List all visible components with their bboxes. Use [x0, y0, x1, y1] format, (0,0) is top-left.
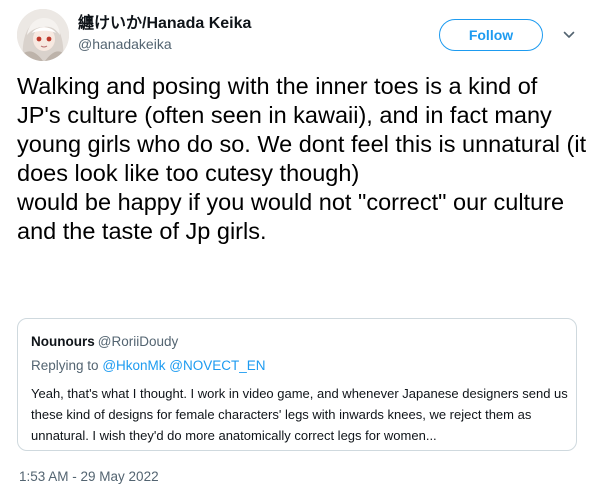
display-name[interactable]: 纏けいか/Hanada Keika: [78, 14, 251, 34]
chevron-down-icon[interactable]: [562, 28, 576, 42]
quoted-tweet[interactable]: Nounours @RoriiDoudy Replying to @HkonMk …: [17, 318, 577, 451]
quoted-handle: @RoriiDoudy: [97, 334, 179, 349]
user-info[interactable]: 纏けいか/Hanada Keika @hanadakeika: [78, 14, 251, 54]
quoted-author: Nounours @RoriiDoudy: [31, 333, 178, 351]
quoted-text: Yeah, that's what I thought. I work in v…: [31, 386, 568, 443]
user-handle[interactable]: @hanadakeika: [78, 34, 251, 54]
replying-to-line: Replying to @HkonMk @NOVECT_EN: [31, 357, 266, 375]
quoted-display-name: Nounours: [31, 334, 95, 349]
anime-girl-avatar-icon: [17, 9, 69, 61]
tweet-timestamp[interactable]: 1:53 AM - 29 May 2022: [19, 468, 159, 486]
avatar[interactable]: [17, 9, 69, 61]
mention-link[interactable]: @HkonMk: [102, 358, 165, 373]
tweet-card: 纏けいか/Hanada Keika @hanadakeika Follow Wa…: [0, 0, 596, 494]
follow-button[interactable]: Follow: [439, 19, 543, 51]
mention-link[interactable]: @NOVECT_EN: [169, 358, 265, 373]
tweet-header: 纏けいか/Hanada Keika @hanadakeika Follow: [17, 9, 582, 61]
replying-to-label: Replying to: [31, 358, 99, 373]
tweet-text: Walking and posing with the inner toes i…: [17, 73, 587, 244]
